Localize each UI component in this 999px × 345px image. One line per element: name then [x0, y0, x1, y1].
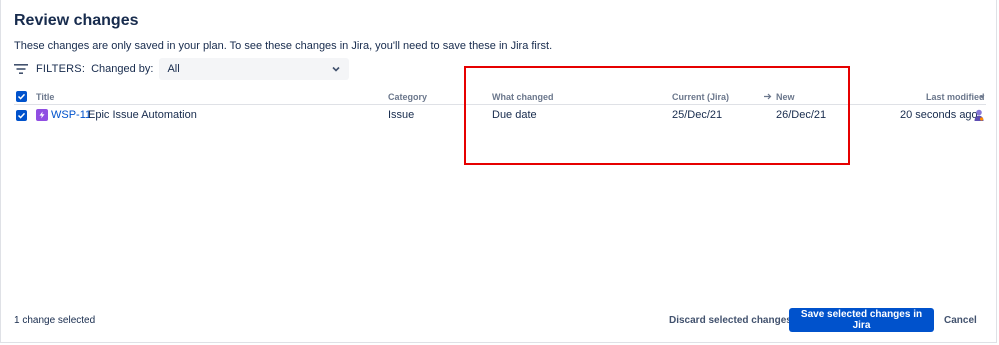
- check-icon: [17, 112, 26, 119]
- dialog-title: Review changes: [14, 12, 139, 29]
- column-header-category[interactable]: Category: [388, 92, 427, 102]
- epic-icon: [36, 109, 48, 121]
- issue-key-link[interactable]: WSP-11: [51, 109, 91, 121]
- dialog-subtitle: These changes are only saved in your pla…: [14, 40, 553, 52]
- changed-by-label: Changed by:: [91, 63, 154, 75]
- issue-summary: Epic Issue Automation: [88, 109, 197, 121]
- changed-by-select[interactable]: All: [159, 58, 350, 80]
- changed-by-value: All: [167, 63, 180, 75]
- category-cell: Issue: [388, 109, 415, 121]
- last-modified-cell: 20 seconds ago: [900, 109, 978, 121]
- discard-changes-button[interactable]: Discard selected changes: [661, 309, 800, 331]
- chevron-down-icon: [332, 66, 341, 72]
- filters-bar: FILTERS: Changed by: All: [14, 58, 350, 80]
- column-header-title[interactable]: Title: [36, 92, 54, 102]
- column-header-last-modified[interactable]: Last modified: [926, 92, 985, 102]
- annotation-highlight-box: [464, 66, 850, 165]
- sort-down-icon[interactable]: [979, 94, 985, 100]
- save-in-jira-button[interactable]: Save selected changes in Jira: [789, 308, 934, 332]
- row-checkbox[interactable]: [16, 110, 27, 121]
- cancel-button[interactable]: Cancel: [938, 309, 983, 331]
- select-all-checkbox[interactable]: [16, 91, 27, 102]
- user-avatar-icon[interactable]: [972, 108, 986, 122]
- selection-count: 1 change selected: [14, 315, 96, 326]
- filters-label: FILTERS:: [36, 63, 86, 75]
- check-icon: [17, 93, 26, 100]
- filter-icon[interactable]: [14, 63, 28, 75]
